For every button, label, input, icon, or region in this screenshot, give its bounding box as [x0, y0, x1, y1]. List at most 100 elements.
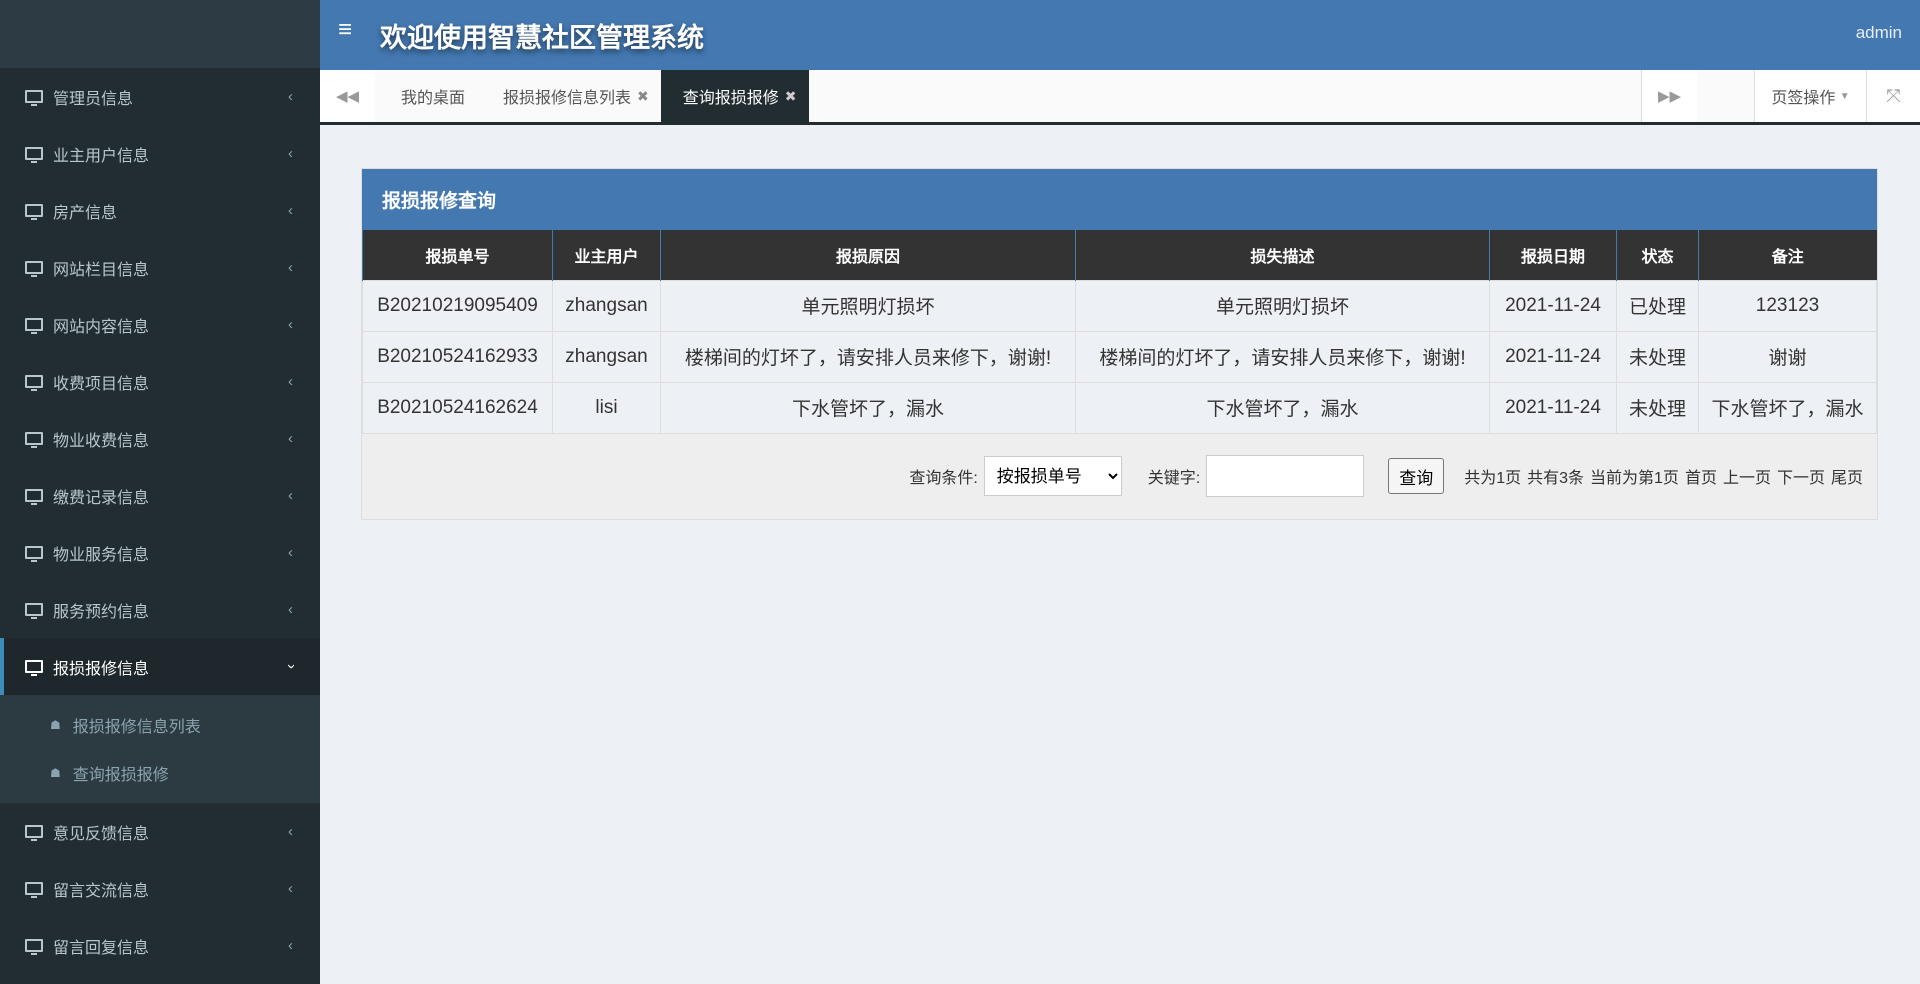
- header: ≡ 欢迎使用智慧社区管理系统 admin: [320, 0, 1920, 70]
- fullscreen-icon[interactable]: ⤧: [1866, 70, 1920, 122]
- monitor-icon: [25, 825, 43, 841]
- table-cell: 谢谢: [1698, 330, 1877, 383]
- tab-desktop[interactable]: 我的桌面: [375, 70, 477, 122]
- sidebar-item-label: 留言交流信息: [53, 882, 150, 900]
- menu-toggle-icon[interactable]: ≡: [338, 16, 352, 44]
- table-cell: 未处理: [1616, 381, 1699, 434]
- sidebar-item[interactable]: 房产信息 ‹: [0, 182, 320, 239]
- column-header: 状态: [1616, 230, 1699, 280]
- submenu-label: 报损报修信息列表: [72, 719, 201, 736]
- pager-item[interactable]: 上一页: [1723, 464, 1771, 488]
- pager-item[interactable]: 下一页: [1777, 464, 1825, 488]
- table-cell: B20210524162933: [362, 330, 553, 383]
- sidebar-item[interactable]: 报损报修信息 ‹: [0, 638, 320, 695]
- chevron-icon: ‹: [288, 259, 293, 276]
- tab-repair-query[interactable]: 查询报损报修 ✖: [660, 70, 809, 122]
- sidebar-item-label: 留言回复信息: [53, 939, 150, 957]
- sitemap-icon: ☗: [50, 718, 61, 732]
- chevron-icon: ‹: [288, 937, 293, 954]
- table-row: B20210219095409 zhangsan 单元照明灯损坏 单元照明灯损坏 202…: [362, 279, 1877, 332]
- query-bar: 查询条件: 按报损单号 关键字: 查询 共为1页 共有3条 当前为第1页 首页 上一页下…: [362, 434, 1877, 519]
- column-header: 报损日期: [1489, 230, 1617, 280]
- submenu-item[interactable]: ☗ 查询报损报修: [0, 749, 320, 797]
- monitor-icon: [25, 90, 43, 106]
- pager-item: 共为1页: [1464, 470, 1522, 487]
- sidebar: 管理员信息 ‹ 业主用户信息 ‹ 房产信息 ‹ 网站栏目信息 ‹ 网站内容信息 ‹ 收费项目信息 ‹ 物…: [0, 0, 320, 984]
- column-header: 业主用户: [552, 230, 661, 280]
- app-title: 欢迎使用智慧社区管理系统: [380, 23, 704, 53]
- pager-item[interactable]: 首页: [1685, 464, 1717, 488]
- close-icon[interactable]: ✖: [637, 88, 649, 105]
- scroll-right-icon[interactable]: ▶▶: [1641, 70, 1697, 122]
- sidebar-item[interactable]: 缴费记录信息 ‹: [0, 467, 320, 524]
- tab-repair-list[interactable]: 报损报修信息列表 ✖: [477, 70, 661, 122]
- monitor-icon: [25, 204, 43, 220]
- table-row: B20210524162624 lisi 下水管坏了，漏水 下水管坏了，漏水 2021-…: [362, 381, 1877, 434]
- table-cell: 未处理: [1616, 330, 1699, 383]
- scroll-left-icon[interactable]: ◀◀: [320, 70, 375, 122]
- chevron-icon: ‹: [288, 373, 293, 390]
- table-cell: zhangsan: [552, 279, 661, 332]
- table-cell: 楼梯间的灯坏了，请安排人员来修下，谢谢!: [1075, 330, 1490, 383]
- search-button[interactable]: 查询: [1388, 458, 1445, 494]
- chevron-icon: ‹: [282, 664, 299, 669]
- sidebar-item[interactable]: 留言交流信息 ‹: [0, 860, 320, 917]
- sidebar-item-label: 网站栏目信息: [53, 261, 150, 279]
- sidebar-item[interactable]: 物业服务信息 ‹: [0, 524, 320, 581]
- table-cell: 下水管坏了，漏水: [1698, 381, 1877, 434]
- column-header: 损失描述: [1075, 230, 1490, 280]
- chevron-icon: ‹: [288, 823, 293, 840]
- sidebar-item[interactable]: 物业收费信息 ‹: [0, 410, 320, 467]
- keyword-input[interactable]: [1206, 455, 1365, 497]
- pager-item[interactable]: 尾页: [1831, 464, 1863, 488]
- sidebar-item[interactable]: 意见反馈信息 ‹: [0, 803, 320, 860]
- column-header: 备注: [1698, 230, 1877, 280]
- monitor-icon: [25, 147, 43, 163]
- sidebar-item-label: 房产信息: [53, 204, 118, 222]
- table-cell: 已处理: [1616, 279, 1699, 332]
- chevron-icon: ‹: [288, 316, 293, 333]
- close-icon[interactable]: ✖: [785, 88, 797, 105]
- table-cell: 123123: [1698, 279, 1877, 332]
- sidebar-item[interactable]: 管理员信息 ‹: [0, 68, 320, 125]
- sidebar-item[interactable]: 业主用户信息 ‹: [0, 125, 320, 182]
- submenu: ☗ 报损报修信息列表 ☗ 查询报损报修: [0, 695, 320, 803]
- sidebar-item[interactable]: 收费项目信息 ‹: [0, 353, 320, 410]
- table-cell: 单元照明灯损坏: [660, 279, 1076, 332]
- monitor-icon: [25, 939, 43, 955]
- table-cell: B20210219095409: [362, 279, 553, 332]
- sidebar-item-label: 管理员信息: [53, 90, 134, 108]
- keyword-label: 关键字:: [1147, 470, 1201, 487]
- condition-select[interactable]: 按报损单号: [983, 456, 1122, 496]
- sidebar-item[interactable]: 留言回复信息 ‹: [0, 917, 320, 974]
- pager-item: 共有3条: [1527, 470, 1585, 487]
- table-cell: 下水管坏了，漏水: [1075, 381, 1490, 434]
- column-header: 报损单号: [362, 230, 553, 280]
- table-cell: zhangsan: [552, 330, 661, 383]
- submenu-item[interactable]: ☗ 报损报修信息列表: [0, 701, 320, 749]
- chevron-icon: ‹: [288, 880, 293, 897]
- sidebar-item[interactable]: 服务预约信息 ‹: [0, 581, 320, 638]
- monitor-icon: [25, 603, 43, 619]
- chevron-icon: ‹: [288, 487, 293, 504]
- pager-item: 当前为第1页: [1590, 470, 1679, 487]
- table-cell: 2021-11-24: [1489, 330, 1617, 383]
- table-cell: 单元照明灯损坏: [1075, 279, 1490, 332]
- page-ops-dropdown[interactable]: 页签操作 ▼: [1754, 70, 1866, 122]
- sidebar-item-label: 报损报修信息: [53, 660, 150, 678]
- sidebar-item-label: 意见反馈信息: [53, 825, 150, 843]
- table-cell: 楼梯间的灯坏了，请安排人员来修下，谢谢!: [660, 330, 1076, 383]
- sidebar-item[interactable]: 网站栏目信息 ‹: [0, 239, 320, 296]
- monitor-icon: [25, 660, 43, 676]
- sidebar-item-label: 业主用户信息: [53, 147, 150, 165]
- sitemap-icon: ☗: [50, 766, 61, 780]
- sidebar-item[interactable]: 网站内容信息 ‹: [0, 296, 320, 353]
- sidebar-item-label: 物业服务信息: [53, 546, 150, 564]
- table-cell: 2021-11-24: [1489, 279, 1617, 332]
- user-menu[interactable]: admin: [1856, 23, 1902, 43]
- monitor-icon: [25, 261, 43, 277]
- monitor-icon: [25, 375, 43, 391]
- chevron-icon: ‹: [288, 202, 293, 219]
- submenu-label: 查询报损报修: [72, 767, 169, 784]
- tab-label: 我的桌面: [401, 90, 466, 107]
